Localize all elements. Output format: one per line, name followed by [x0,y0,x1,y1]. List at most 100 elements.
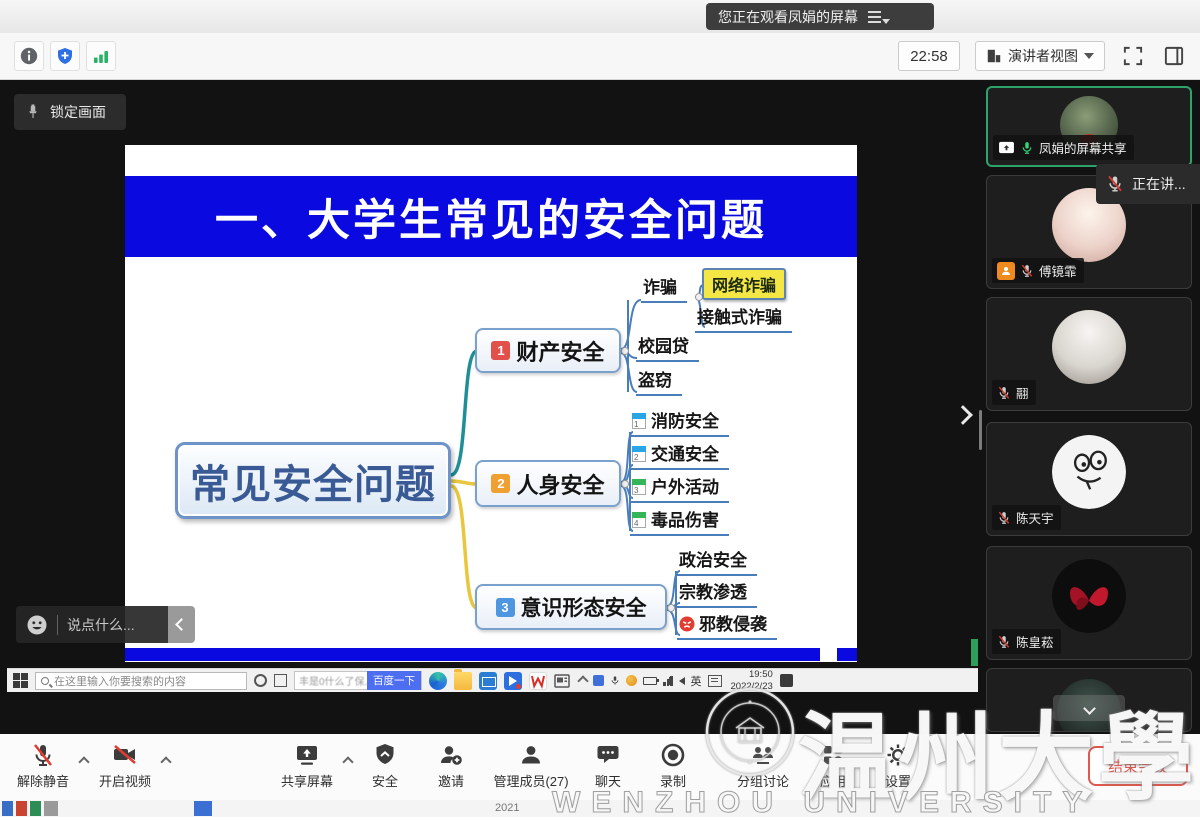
meeting-control-bar: 解除静音 开启视频 共享屏幕 安全 邀请 管理成员(27) 聊天 录制 分组讨论… [0,734,1200,800]
mindmap-node-campus-loan: 校园贷 [636,331,699,362]
tray-color-icon [626,675,637,686]
avatar [1052,435,1126,509]
participant-label: 翮 [992,380,1036,405]
manage-members-button[interactable]: 管理成员(27) [485,740,577,790]
chat-button[interactable]: 聊天 [580,740,636,790]
unmute-button[interactable]: 解除静音 [10,740,76,790]
mindmap-node-personal-safety: 2 人身安全 [475,460,621,507]
divider [57,615,58,635]
mic-muted-icon [1106,174,1124,194]
news-widget-icon [554,674,570,688]
fullscreen-button[interactable] [1122,45,1144,67]
members-icon [518,742,544,768]
breakout-rooms-icon [750,742,776,768]
tray-mic-icon [610,674,620,687]
participant-label: 陈皇菘 [992,629,1061,654]
view-mode-button[interactable]: 演讲者视图 [975,41,1105,71]
mindmap-node-drug-harm: 4毒品伤害 [630,505,729,536]
slide-title: 一、大学生常见的安全问题 [125,176,857,257]
meeting-info-button[interactable] [14,41,44,71]
emoji-smiley-icon[interactable] [26,614,48,636]
mindmap-root-node: 常见安全问题 [175,442,451,519]
breakout-rooms-button[interactable]: 分组讨论 [725,740,801,790]
participant-label: 陈天宇 [992,505,1061,530]
baidu-search-widget: 丰是0什么了保.. 百度一下 [294,671,422,690]
participant-tile[interactable]: 陈天宇 [986,422,1192,536]
speaking-indicator-tooltip: 正在讲... [1096,164,1200,204]
participant-tile-partial[interactable] [986,668,1192,732]
start-video-button[interactable]: 开启视频 [92,740,158,790]
mindmap-node-traffic-safety: 2交通安全 [630,439,729,470]
shared-screen-slide: 一、大学生常见的安全问题 常见安全问题 1 财产安全 2 人身安全 3 意识形态… [125,145,857,662]
task-view-icon [274,674,287,687]
file-explorer-icon [454,672,472,690]
wps-office-icon [529,672,547,690]
chat-input[interactable]: 说点什么... [16,606,168,643]
mindmap-node-outdoor-activity: 3户外活动 [630,472,729,503]
badge-3: 3 [496,598,515,617]
badge-1: 1 [491,341,510,360]
mindmap-node-online-fraud: 网络诈骗 [702,268,786,300]
top-strip: 您正在观看凤娟的屏幕 [0,0,1200,33]
desktop-fragment [194,801,212,816]
network-quality-button[interactable] [86,41,116,71]
panel-expand-arrow[interactable] [956,408,970,427]
viewer-banner: 您正在观看凤娟的屏幕 [706,3,934,30]
gear-icon [885,742,911,768]
chat-placeholder: 说点什么... [67,615,135,635]
side-panel-icon [1163,45,1185,67]
flag-4-icon: 4 [632,512,646,528]
badge-2: 2 [491,474,510,493]
mic-muted-icon [997,510,1011,526]
chat-collapse-button[interactable] [168,606,195,643]
banner-menu-icon[interactable] [868,8,890,26]
screen-edge-fragment [971,639,978,666]
apps-button[interactable]: 应用 [805,740,861,790]
mute-options-chevron[interactable] [78,756,89,767]
desktop-fragment [16,801,27,816]
health-shield-button[interactable] [50,41,80,71]
share-screen-button[interactable]: 共享屏幕 [274,740,340,790]
settings-button[interactable]: 设置 [870,740,926,790]
tray-expand-icon [577,675,588,686]
mindmap-node-contact-fraud: 接触式诈骗 [695,302,792,333]
share-options-chevron[interactable] [342,756,353,767]
meeting-app-icon [504,672,522,690]
security-shield-icon [372,742,398,768]
mindmap-node-ideology-safety: 3 意识形态安全 [475,584,667,630]
side-panel-toggle[interactable] [1163,45,1185,67]
participant-label: 凤娟的屏幕共享 [993,135,1134,160]
desktop-fragment [2,801,13,816]
mic-muted-icon [30,742,56,768]
chevron-right-icon [953,405,973,425]
record-button[interactable]: 录制 [645,740,701,790]
invite-button[interactable]: 邀请 [423,740,479,790]
search-icon [41,677,49,685]
chevron-down-icon [1084,53,1094,59]
desktop-year-text: 2021 [495,802,519,814]
system-tray: 英 [579,673,722,689]
mic-muted-icon [997,385,1011,401]
lock-view-button[interactable]: 锁定画面 [14,94,126,130]
notification-center-icon [780,674,793,687]
participant-tile[interactable]: 陈皇菘 [986,546,1192,660]
sidebar-scrollbar[interactable] [979,410,982,450]
camera-off-icon [112,742,138,768]
desktop-fragment [30,801,41,816]
baidu-search-button: 百度一下 [367,671,421,690]
video-options-chevron[interactable] [160,756,171,767]
mindmap-node-property-safety: 1 财产安全 [475,328,621,373]
security-button[interactable]: 安全 [357,740,413,790]
end-meeting-button[interactable]: 结束会议 [1088,746,1188,786]
slide-footer-bar [125,648,820,661]
participant-tile[interactable]: 翮 [986,297,1192,411]
tray-volume-icon [679,677,685,685]
tray-battery-icon [643,677,657,685]
chat-quick-bar: 说点什么... [16,606,195,643]
chevron-left-icon [175,618,188,631]
scroll-more-participants-button[interactable] [1053,695,1125,721]
mic-muted-icon [997,634,1011,650]
windows-search-box: 在这里输入你要搜索的内容 [35,672,247,690]
participant-tile-screen-share[interactable]: 凤娟的屏幕共享 [986,86,1192,167]
apps-grid-icon [820,742,846,768]
